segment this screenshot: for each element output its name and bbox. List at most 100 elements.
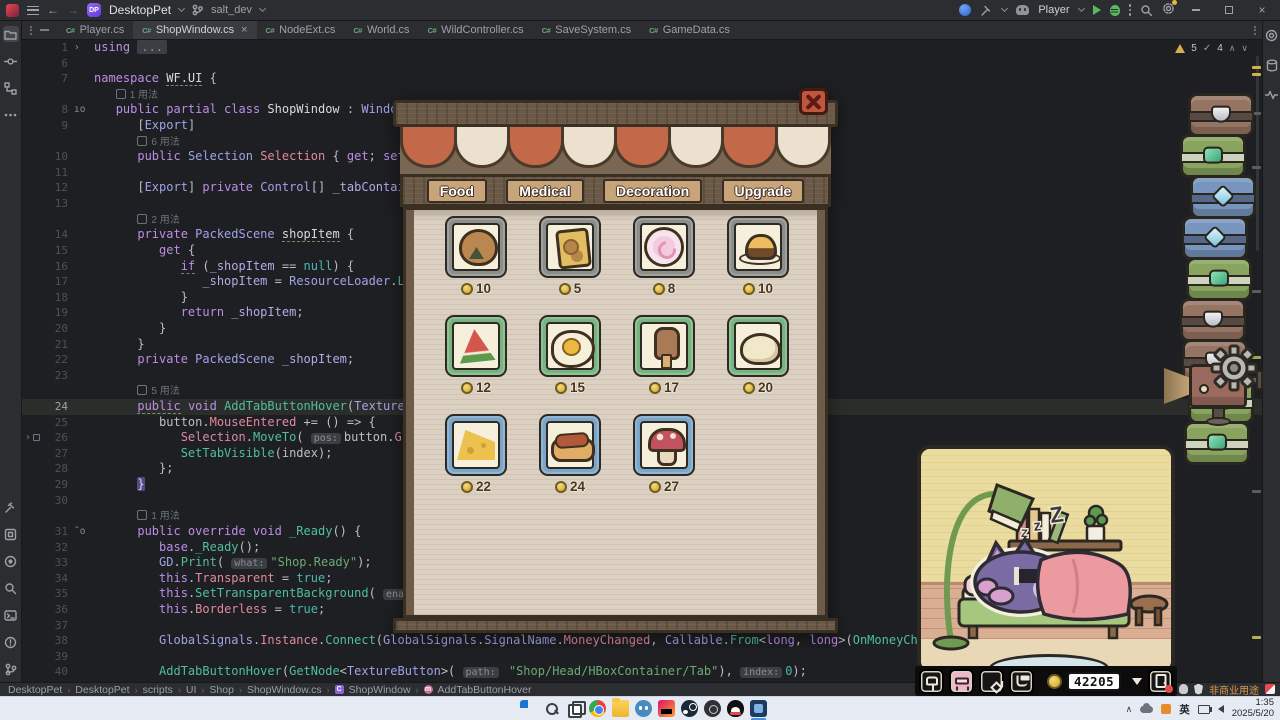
structure-tool-icon[interactable] [3,80,19,96]
more-actions-icon[interactable] [1128,4,1131,16]
version-control-tool-icon[interactable] [3,661,19,677]
editor-tab[interactable]: C# World.cs [344,21,418,39]
editor-tab[interactable]: C# SaveSystem.cs [533,21,640,39]
dark-app-taskbar-icon[interactable] [704,700,721,717]
godot-taskbar-icon[interactable] [635,700,652,717]
breadcrumb-item[interactable]: ShopWindow.cs [247,684,322,696]
usage-annotation[interactable]: 2 用法 [137,215,179,226]
back-icon[interactable]: ← [47,4,59,16]
decor-button[interactable] [979,668,1004,694]
bed-button[interactable] [949,668,974,694]
usage-annotation[interactable]: 1 用法 [116,90,158,101]
branch-chevron-icon[interactable] [258,4,267,13]
shop-item[interactable]: 10 [429,216,523,296]
start-taskbar-icon[interactable] [520,700,528,708]
prev-problem-icon[interactable]: ∧ [1229,43,1236,54]
close-window-button[interactable]: × [1250,0,1274,20]
gacha-machine[interactable] [1164,344,1276,432]
tray-app-icon[interactable] [1161,704,1172,714]
blue-chest[interactable] [1190,175,1256,219]
breadcrumb-item[interactable]: scripts [143,684,173,696]
branch-name[interactable]: salt_dev [211,4,252,16]
ime-indicator[interactable]: 英 [1179,702,1190,717]
shop-item[interactable]: 5 [523,216,617,296]
rider-logo-icon[interactable] [6,3,19,17]
shop-tab-decoration[interactable]: Decoration [603,178,703,203]
database-icon[interactable] [1264,57,1280,73]
project-tool-icon[interactable] [2,26,19,42]
ai-assistant-icon[interactable] [1264,27,1280,43]
tab-close-icon[interactable]: × [241,24,247,36]
mailbox-button[interactable] [919,668,944,694]
editor-tab[interactable]: C# WildController.cs [419,21,533,39]
shop-tab-medical[interactable]: Medical [506,178,584,203]
inspection-widget[interactable]: 5 ✓ 4 ∧ ∨ [1175,43,1248,54]
tab-options-icon[interactable] [30,25,32,35]
onedrive-cloud-icon[interactable] [1140,702,1154,713]
breadcrumb-item[interactable]: Shop [209,684,234,696]
breadcrumb-item[interactable]: DesktopPet [8,684,62,696]
tab-list-icon[interactable] [1254,25,1256,35]
active-app-taskbar-icon[interactable] [750,700,767,720]
profiler-tool-icon[interactable] [3,553,19,569]
taskview-taskbar-icon[interactable] [566,700,586,718]
forward-icon[interactable]: → [67,4,79,16]
build-hammer-icon[interactable] [980,4,993,17]
minimize-button[interactable] [1184,0,1208,20]
editor-tab[interactable]: C# Player.cs [57,21,133,39]
shop-item[interactable]: 12 [429,315,523,395]
explorer-taskbar-icon[interactable] [612,698,629,717]
shop-item[interactable]: 15 [523,315,617,395]
breadcrumb-item[interactable]: ShopWindow [349,684,411,696]
shop-tab-food[interactable]: Food [426,178,487,203]
shop-item[interactable]: 20 [711,315,805,395]
chrome-taskbar-icon[interactable] [589,700,606,717]
find-tool-icon[interactable] [3,580,19,596]
brown-chest[interactable] [1188,93,1254,137]
shop-item[interactable]: 27 [617,414,711,494]
main-menu-icon[interactable] [27,5,39,15]
qq-taskbar-icon[interactable] [727,700,744,717]
brown-chest[interactable] [1180,298,1246,342]
speaker-icon[interactable] [1208,705,1224,713]
rider-taskbar-icon[interactable] [658,700,675,717]
debug-button[interactable] [1109,4,1120,16]
shop-item[interactable]: 17 [617,315,711,395]
usage-annotation[interactable]: 5 用法 [137,386,179,397]
more-tools-icon[interactable] [3,107,19,123]
tray-expand-icon[interactable]: ∧ [1126,704,1133,715]
run-config-chevron-icon[interactable] [1077,4,1085,13]
remote-dev-icon[interactable] [959,4,972,16]
settings-gear-icon[interactable] [1162,0,1177,18]
breadcrumb-item[interactable]: AddTabButtonHover [438,684,532,696]
pet-room-window[interactable]: Z z Z [917,445,1175,674]
shop-close-button[interactable] [799,88,828,115]
usage-annotation[interactable]: 6 用法 [137,137,179,148]
search-taskbar-icon[interactable] [543,700,560,717]
editor-tab[interactable]: C# NodeExt.cs [257,21,345,39]
build-chevron-icon[interactable] [1001,4,1009,13]
project-chip[interactable]: DP [87,3,101,17]
editor-tab[interactable]: C# ShopWindow.cs × [133,21,257,39]
blue-chest[interactable] [1182,216,1248,260]
maximize-button[interactable] [1217,0,1241,20]
hide-window-icon[interactable] [40,29,49,31]
services-tool-icon[interactable] [3,526,19,542]
green-chest[interactable] [1186,257,1252,301]
green-chest[interactable] [1180,134,1246,178]
project-chevron-icon[interactable] [178,4,186,13]
commit-tool-icon[interactable] [3,53,19,69]
steam-taskbar-icon[interactable] [681,700,698,717]
terminal-tool-icon[interactable] [3,607,19,623]
build-tool-icon[interactable] [3,499,19,515]
project-name[interactable]: DesktopPet [109,3,171,17]
toilet-button[interactable] [1009,668,1034,694]
shop-tab-upgrade[interactable]: Upgrade [721,178,805,203]
run-config-name[interactable]: Player [1038,4,1069,16]
pulse-monitor-icon[interactable] [1264,87,1280,103]
next-problem-icon[interactable]: ∨ [1241,43,1248,54]
shop-item[interactable]: 22 [429,414,523,494]
taskbar-clock[interactable]: 1:35 2025/5/20 [1232,697,1274,720]
breadcrumb-item[interactable]: UI [186,684,197,696]
problems-tool-icon[interactable] [3,634,19,650]
